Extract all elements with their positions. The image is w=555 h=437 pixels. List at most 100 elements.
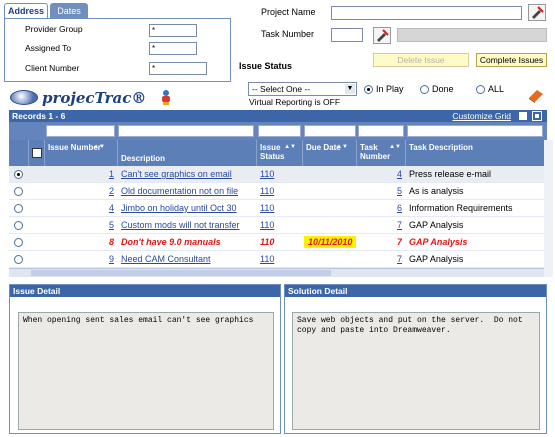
client-number-field[interactable]: * <box>149 62 207 75</box>
col-radio <box>9 140 29 166</box>
filter-issue-number[interactable] <box>46 125 115 137</box>
table-row[interactable]: 9 Need CAM Consultant 110 7 GAP Analysis <box>9 251 547 268</box>
issue-detail-textarea[interactable]: When opening sent sales email can't see … <box>18 312 274 430</box>
radio-done-label: Done <box>432 84 454 94</box>
issue-number-link[interactable]: 5 <box>45 217 114 234</box>
filter-due-date[interactable] <box>304 125 356 137</box>
table-row[interactable]: 2 Old documentation not on file 110 5 As is … <box>9 183 547 200</box>
table-row[interactable]: 1 Can't see graphics on email 110 4 Press re… <box>9 166 547 183</box>
row-select-radio[interactable] <box>14 187 23 196</box>
radio-all-label: ALL <box>488 84 505 94</box>
task-lookup-button[interactable] <box>373 27 391 44</box>
client-number-label: Client Number <box>25 63 80 73</box>
table-row[interactable]: 8 Don't have 9.0 manuals 110 10/11/2010 7 GAP… <box>9 234 547 251</box>
col-issue-status[interactable]: Issue Status ▲▼ <box>257 140 303 166</box>
col-issue-number[interactable]: Issue Number ▲▼ <box>45 140 118 166</box>
logo-text: projecTrac® <box>42 89 147 107</box>
task-description: GAP Analysis <box>409 254 464 264</box>
task-number-link[interactable]: 4 <box>358 166 402 183</box>
issue-number-link[interactable]: 9 <box>45 251 114 268</box>
issue-status-link[interactable]: 110 <box>260 183 300 200</box>
task-description: GAP Analysis <box>409 220 464 230</box>
column-header-row: Issue Number ▲▼ Description Issue Status ▲… <box>9 140 547 166</box>
filter-task-number[interactable] <box>358 125 404 137</box>
issue-description-link[interactable]: Jimbo on holiday until Oct 30 <box>121 200 255 217</box>
sort-icon[interactable]: ▲▼ <box>284 143 296 152</box>
col-task-number-label: Task Number <box>360 143 391 161</box>
table-row[interactable]: 4 Jimbo on holiday until Oct 30 110 6 Inform… <box>9 200 547 217</box>
tab-address[interactable]: Address <box>4 3 48 18</box>
provider-group-field[interactable]: * <box>149 24 197 37</box>
chevron-down-icon[interactable]: ▼ <box>345 84 355 94</box>
book-icon[interactable] <box>527 86 545 104</box>
due-date <box>304 183 358 200</box>
issue-number-link[interactable]: 8 <box>45 234 114 251</box>
project-lookup-button[interactable] <box>528 4 546 21</box>
sort-icon[interactable]: ▲▼ <box>336 143 348 152</box>
sort-icon[interactable]: ▲▼ <box>93 143 105 152</box>
project-name-label: Project Name <box>261 7 316 17</box>
task-description: As is analysis <box>409 186 464 196</box>
row-select-radio[interactable] <box>14 170 23 179</box>
issue-grid-body: 1 Can't see graphics on email 110 4 Press re… <box>9 166 547 268</box>
issue-description-link[interactable]: Old documentation not on file <box>121 183 255 200</box>
filter-issue-status[interactable] <box>258 125 301 137</box>
issue-status-label: Issue Status <box>239 61 293 71</box>
filter-task-description[interactable] <box>407 125 543 137</box>
issue-number-link[interactable]: 2 <box>45 183 114 200</box>
row-select-radio[interactable] <box>14 204 23 213</box>
task-number-link[interactable]: 7 <box>358 234 402 251</box>
horizontal-scrollbar[interactable] <box>9 268 547 277</box>
col-task-number[interactable]: Task Number ▲▼ <box>357 140 406 166</box>
col-task-description[interactable]: Task Description <box>406 140 547 166</box>
row-select-radio[interactable] <box>14 238 23 247</box>
tab-dates[interactable]: Dates <box>50 3 88 18</box>
task-number-field[interactable] <box>331 28 363 42</box>
task-number-link[interactable]: 7 <box>358 217 402 234</box>
solution-detail-title: Solution Detail <box>285 285 546 297</box>
issue-description-link[interactable]: Can't see graphics on email <box>121 166 255 183</box>
table-row[interactable]: 5 Custom mods will not transfer 110 7 GAP An… <box>9 217 547 234</box>
complete-issues-button[interactable]: Complete Issues <box>476 53 547 67</box>
vertical-scrollbar[interactable] <box>544 140 553 277</box>
issue-status-select-value: -- Select One -- <box>252 84 311 94</box>
row-select-radio[interactable] <box>14 221 23 230</box>
row-select-radio[interactable] <box>14 255 23 264</box>
assigned-to-field[interactable]: * <box>149 42 197 55</box>
issue-status-select[interactable]: -- Select One -- ▼ <box>248 82 357 96</box>
issue-description-link[interactable]: Custom mods will not transfer <box>121 217 255 234</box>
issue-description-link[interactable]: Need CAM Consultant <box>121 251 255 268</box>
task-number-link[interactable]: 7 <box>358 251 402 268</box>
solution-detail-textarea[interactable]: Save web objects and put on the server. … <box>292 312 540 430</box>
radio-done[interactable] <box>420 85 429 94</box>
scroll-thumb[interactable] <box>31 270 331 276</box>
issue-status-link[interactable]: 110 <box>260 200 300 217</box>
user-figure-icon[interactable] <box>158 89 174 105</box>
customize-grid-link[interactable]: Customize Grid <box>452 110 511 122</box>
issue-status-link[interactable]: 110 <box>260 234 300 251</box>
issue-number-link[interactable]: 4 <box>45 200 114 217</box>
issue-status-link[interactable]: 110 <box>260 251 300 268</box>
task-number-link[interactable]: 5 <box>358 183 402 200</box>
project-name-field[interactable] <box>331 6 522 20</box>
col-description[interactable]: Description <box>118 140 257 166</box>
sort-icon[interactable]: ▲▼ <box>389 143 401 152</box>
task-number-link[interactable]: 6 <box>358 200 402 217</box>
issue-status-link[interactable]: 110 <box>260 217 300 234</box>
radio-in-play-label: In Play <box>376 84 404 94</box>
maximize-icon[interactable] <box>532 111 542 121</box>
assigned-to-label: Assigned To <box>25 43 72 53</box>
col-due-date[interactable]: Due Date ▲▼ <box>303 140 357 166</box>
task-description: Press release e-mail <box>409 169 492 179</box>
filter-row <box>9 122 547 140</box>
issue-description-link[interactable]: Don't have 9.0 manuals <box>121 234 255 251</box>
provider-group-label: Provider Group <box>25 24 83 34</box>
issue-status-link[interactable]: 110 <box>260 166 300 183</box>
export-icon[interactable] <box>519 112 527 120</box>
issue-number-link[interactable]: 1 <box>45 166 114 183</box>
edit-icon[interactable] <box>32 148 42 158</box>
delete-issue-button[interactable]: Delete Issue <box>373 53 469 67</box>
radio-in-play[interactable] <box>364 85 373 94</box>
filter-description[interactable] <box>118 125 254 137</box>
radio-all[interactable] <box>476 85 485 94</box>
